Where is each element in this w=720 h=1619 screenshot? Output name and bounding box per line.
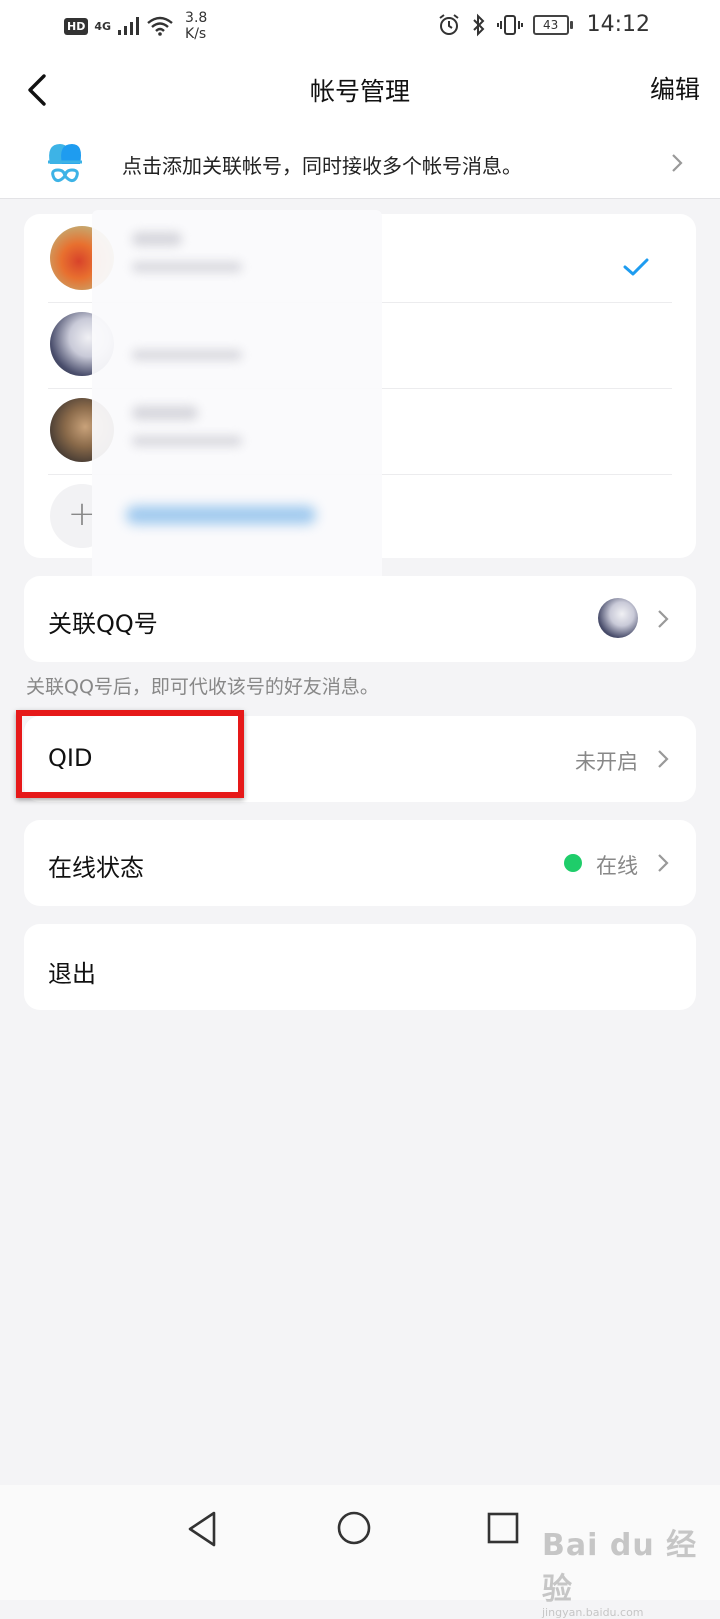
checkmark-icon (623, 258, 649, 276)
add-linked-account-banner[interactable]: 点击添加关联帐号，同时接收多个帐号消息。 (0, 128, 720, 199)
blurred-id (132, 350, 242, 360)
chevron-right-icon (658, 750, 669, 768)
logout-label: 退出 (48, 960, 96, 988)
linked-qq-row[interactable]: 关联QQ号 (24, 576, 696, 662)
clock: 14:12 (586, 12, 650, 37)
vibrate-icon (496, 14, 523, 35)
status-right: 43 14:12 (437, 12, 650, 37)
status-bar: HD 4G 3.8 K/s 43 14:12 (0, 0, 720, 52)
online-status-value: 在线 (596, 854, 638, 878)
privacy-blur-overlay (92, 210, 382, 590)
alarm-icon (438, 13, 459, 35)
online-status-label: 在线状态 (48, 854, 144, 882)
wifi-icon (147, 16, 173, 36)
edit-button[interactable]: 编辑 (650, 70, 700, 106)
chevron-right-icon (672, 154, 683, 172)
network-speed: 3.8 K/s (185, 10, 207, 42)
online-status-row[interactable]: 在线状态 在线 (24, 820, 696, 906)
linked-accounts-icon (48, 144, 82, 183)
blurred-name (132, 406, 198, 420)
linked-qq-avatar (598, 598, 638, 638)
qid-status: 未开启 (575, 750, 638, 774)
blurred-id (132, 436, 242, 446)
nav-back-icon[interactable] (184, 1509, 220, 1549)
nav-recents-icon[interactable] (486, 1511, 520, 1545)
linked-qq-label: 关联QQ号 (48, 610, 158, 638)
hd-icon: HD (64, 17, 89, 35)
online-indicator (564, 854, 582, 872)
blurred-link (126, 506, 316, 524)
blurred-name (132, 232, 182, 246)
speed-value: 3.8 (185, 10, 208, 26)
chevron-right-icon (658, 854, 669, 872)
nav-bar: 帐号管理 编辑 (0, 52, 720, 128)
banner-text: 点击添加关联帐号，同时接收多个帐号消息。 (122, 154, 522, 178)
chevron-right-icon (658, 610, 669, 628)
logout-row[interactable]: 退出 (24, 924, 696, 1010)
bluetooth-icon (472, 13, 485, 36)
nav-home-icon[interactable] (335, 1509, 373, 1547)
speed-unit: K/s (185, 26, 207, 42)
linked-qq-hint: 关联QQ号后，即可代收该号的好友消息。 (26, 676, 379, 698)
blurred-id (132, 262, 242, 272)
highlight-box (16, 710, 244, 798)
watermark: Bai du 经验 jingyan.baidu.com (542, 1520, 720, 1619)
signal-icon (118, 17, 140, 35)
status-left: HD 4G 3.8 K/s (64, 10, 207, 42)
network-type: 4G (94, 19, 112, 33)
page-title: 帐号管理 (309, 77, 410, 106)
watermark-logo: Bai du 经验 (542, 1528, 698, 1607)
battery-icon: 43 (532, 14, 573, 35)
watermark-url: jingyan.baidu.com (542, 1606, 644, 1619)
